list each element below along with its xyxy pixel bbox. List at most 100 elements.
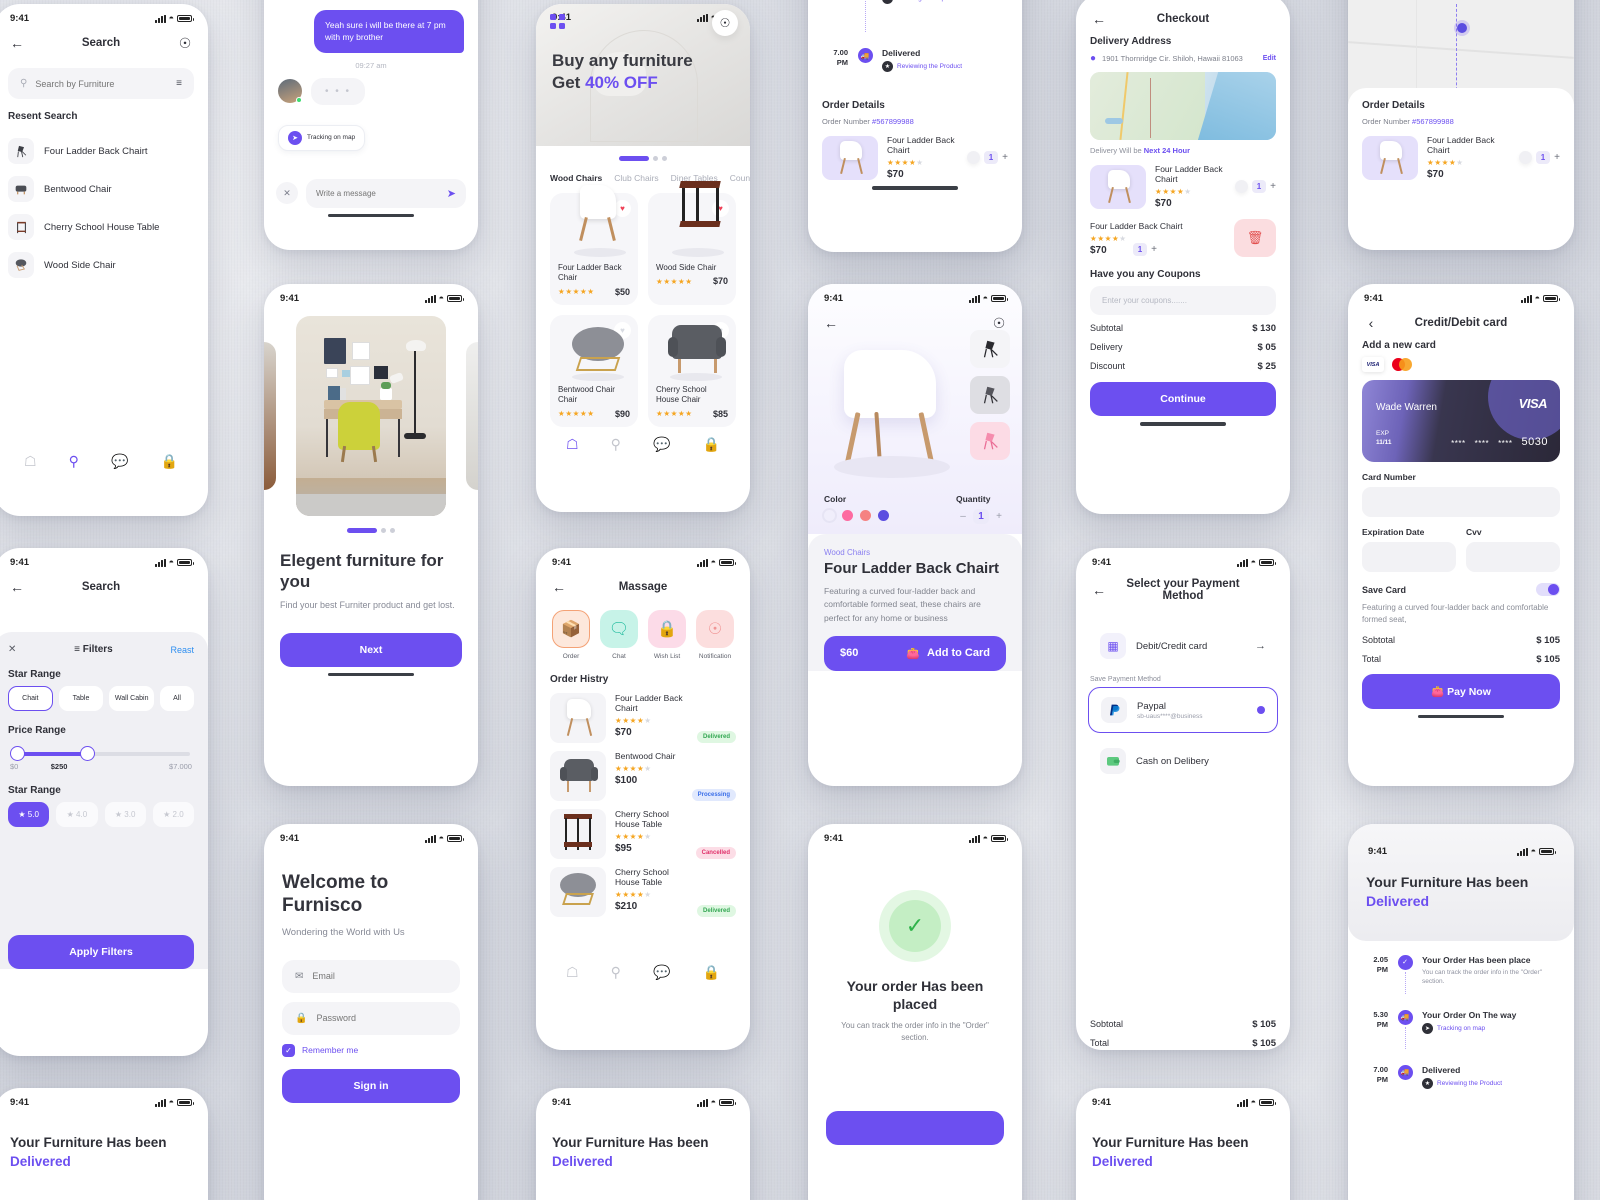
nav-search-icon[interactable]: ⚲ — [611, 436, 621, 453]
search-input[interactable] — [35, 78, 169, 89]
payment-option-card[interactable]: ▦ Debit/Credit card → — [1088, 624, 1278, 668]
swatch-coral[interactable] — [860, 510, 871, 521]
tracking-on-map-link[interactable]: ➤ Tracking on map — [1422, 1022, 1560, 1034]
nav-search-icon[interactable]: ⚲ — [69, 453, 79, 470]
email-field[interactable] — [312, 971, 447, 982]
card-number-input[interactable] — [1362, 487, 1560, 517]
carousel-next-image[interactable] — [466, 342, 478, 490]
dot-active[interactable] — [347, 528, 377, 533]
swatch-pink[interactable] — [842, 510, 853, 521]
password-field[interactable] — [316, 1013, 447, 1024]
carousel-dots[interactable] — [264, 528, 478, 533]
thumbnail-grey-chair[interactable] — [970, 376, 1010, 414]
next-button[interactable]: Next — [280, 632, 462, 667]
nav-bag-icon[interactable]: 🔒 — [160, 453, 177, 470]
review-link[interactable]: ★ Reviewing the Product — [1422, 1077, 1560, 1089]
continue-button[interactable]: Continue — [1090, 382, 1276, 416]
nav-bag-icon[interactable]: 🔒 — [702, 436, 719, 453]
chip-wall-cabin[interactable]: Wall Cabin — [109, 686, 155, 711]
tab-counter-stools[interactable]: Counter Stoo — [730, 173, 750, 183]
chevron-right-icon[interactable]: → — [1255, 640, 1266, 652]
chip-chait[interactable]: Chait — [8, 686, 53, 711]
edit-button[interactable]: Edit — [1263, 55, 1276, 62]
reset-button[interactable]: Reast — [170, 645, 194, 655]
list-item[interactable]: Four Ladder Back Chairt — [0, 132, 208, 170]
send-icon[interactable]: ➤ — [447, 187, 456, 200]
expiration-input[interactable] — [1362, 542, 1456, 572]
nav-chat-icon[interactable]: 💬 — [653, 436, 670, 453]
shortcut-order[interactable]: 📦 Order — [550, 610, 592, 660]
slider-knob-max[interactable] — [79, 746, 95, 761]
product-card[interactable]: ♥ Wood Side Chair ★★★★★ $70 — [648, 181, 736, 305]
quantity-stepper[interactable]: 1 + — [966, 151, 1008, 164]
thumbnail-black-chair[interactable] — [970, 330, 1010, 368]
signin-button[interactable]: Sign in — [282, 1068, 460, 1103]
nav-home-icon[interactable]: ☖ — [566, 964, 579, 981]
visa-icon[interactable]: VISA — [1362, 357, 1384, 372]
list-item[interactable]: Wood Side Chair — [0, 246, 208, 284]
chip-table[interactable]: Table — [58, 686, 104, 711]
review-link[interactable]: ★ Reviewing the Product — [882, 61, 1008, 72]
table-row[interactable]: Cherry School House Table ★★★★★ $95 Canc… — [536, 809, 750, 859]
swatch-white[interactable] — [824, 510, 835, 521]
table-row[interactable]: Cherry School House Table ★★★★★ $210 Del… — [536, 867, 750, 917]
delete-item-button[interactable]: 🗑 — [1234, 219, 1276, 257]
quantity-stepper[interactable]: – 1 + — [956, 509, 1006, 524]
shortcut-notification[interactable]: ☉ Notification — [694, 610, 736, 660]
grid-icon[interactable] — [550, 14, 565, 29]
quantity-stepper[interactable]: 1 + — [1518, 151, 1560, 164]
minus-button[interactable] — [1518, 151, 1532, 164]
slider-knob-min[interactable] — [10, 746, 25, 761]
dot[interactable] — [381, 528, 386, 533]
remember-me-row[interactable]: ✓ Remember me — [264, 1043, 478, 1057]
radio-selected[interactable] — [1257, 706, 1265, 714]
table-row[interactable]: Bentwood Chair ★★★★★ $100 Processing — [536, 751, 750, 801]
email-field-wrapper[interactable]: ✉ — [282, 959, 460, 993]
plus-button[interactable]: + — [1002, 152, 1008, 163]
close-icon[interactable]: ✕ — [276, 182, 298, 205]
coupon-input-wrapper[interactable]: Enter your coupons....... — [1090, 286, 1276, 315]
back-button[interactable]: ← — [550, 578, 568, 596]
star-option-5[interactable]: ★ 5.0 — [8, 802, 50, 827]
add-to-cart-button[interactable]: $60 👛 Add to Card — [824, 635, 1006, 671]
table-row[interactable]: Four Ladder Back Chairt ★★★★★ $70 Delive… — [536, 693, 750, 743]
quantity-stepper[interactable]: 1 + — [1132, 242, 1157, 256]
star-option-4[interactable]: ★ 4.0 — [56, 802, 98, 827]
shortcut-chat[interactable]: 🗨 Chat — [598, 610, 640, 660]
back-button[interactable]: ← — [8, 34, 26, 52]
apply-filters-button[interactable]: Apply Filters — [8, 935, 194, 969]
carousel-prev-image[interactable] — [264, 342, 276, 490]
minus-button[interactable] — [1234, 180, 1248, 193]
delivery-map[interactable] — [1090, 72, 1276, 140]
list-item[interactable]: Cherry School House Table — [0, 208, 208, 246]
promo-banner[interactable]: 9:41 ◓ ☉ Buy any furniture Get 40% OFF — [536, 4, 750, 146]
plus-button[interactable]: + — [992, 511, 1006, 522]
minus-button[interactable] — [966, 151, 980, 164]
tracking-on-map-link[interactable]: ➤ Tracking on map — [882, 0, 1008, 4]
success-cta-button[interactable] — [826, 1110, 1004, 1145]
back-button[interactable]: ← — [8, 578, 26, 596]
star-option-3[interactable]: ★ 3.0 — [104, 802, 146, 827]
quantity-stepper[interactable]: 1 + — [1234, 180, 1276, 193]
plus-button[interactable]: + — [1554, 152, 1560, 163]
tab-club-chairs[interactable]: Club Chairs — [614, 173, 658, 183]
mastercard-icon[interactable] — [1391, 357, 1413, 372]
star-option-2[interactable]: ★ 2.0 — [152, 802, 194, 827]
tracking-on-map-chip[interactable]: ➤ Tracking on map — [278, 124, 366, 151]
close-icon[interactable]: ✕ — [8, 644, 16, 655]
sliders-icon[interactable]: ≡ — [176, 78, 182, 89]
nav-chat-icon[interactable]: 💬 — [653, 964, 670, 981]
product-card[interactable]: ♥ Bentwood Chair Chair ★★★★★ $90 — [550, 314, 638, 427]
dot[interactable] — [662, 156, 667, 161]
chip-all[interactable]: All — [160, 686, 195, 711]
list-item[interactable]: Bentwood Chair — [0, 170, 208, 208]
nav-search-icon[interactable]: ⚲ — [611, 964, 621, 981]
message-input-wrapper[interactable]: ➤ — [306, 178, 466, 208]
shortcut-wishlist[interactable]: 🔒 Wish List — [646, 610, 688, 660]
nav-bag-icon[interactable]: 🔒 — [702, 964, 719, 981]
thumbnail-pink-chair[interactable] — [970, 422, 1010, 460]
nav-home-icon[interactable]: ☖ — [566, 436, 579, 453]
banner-dots[interactable] — [536, 156, 750, 161]
remember-me-checkbox[interactable]: ✓ — [282, 1043, 295, 1057]
dot-active[interactable] — [619, 156, 649, 161]
